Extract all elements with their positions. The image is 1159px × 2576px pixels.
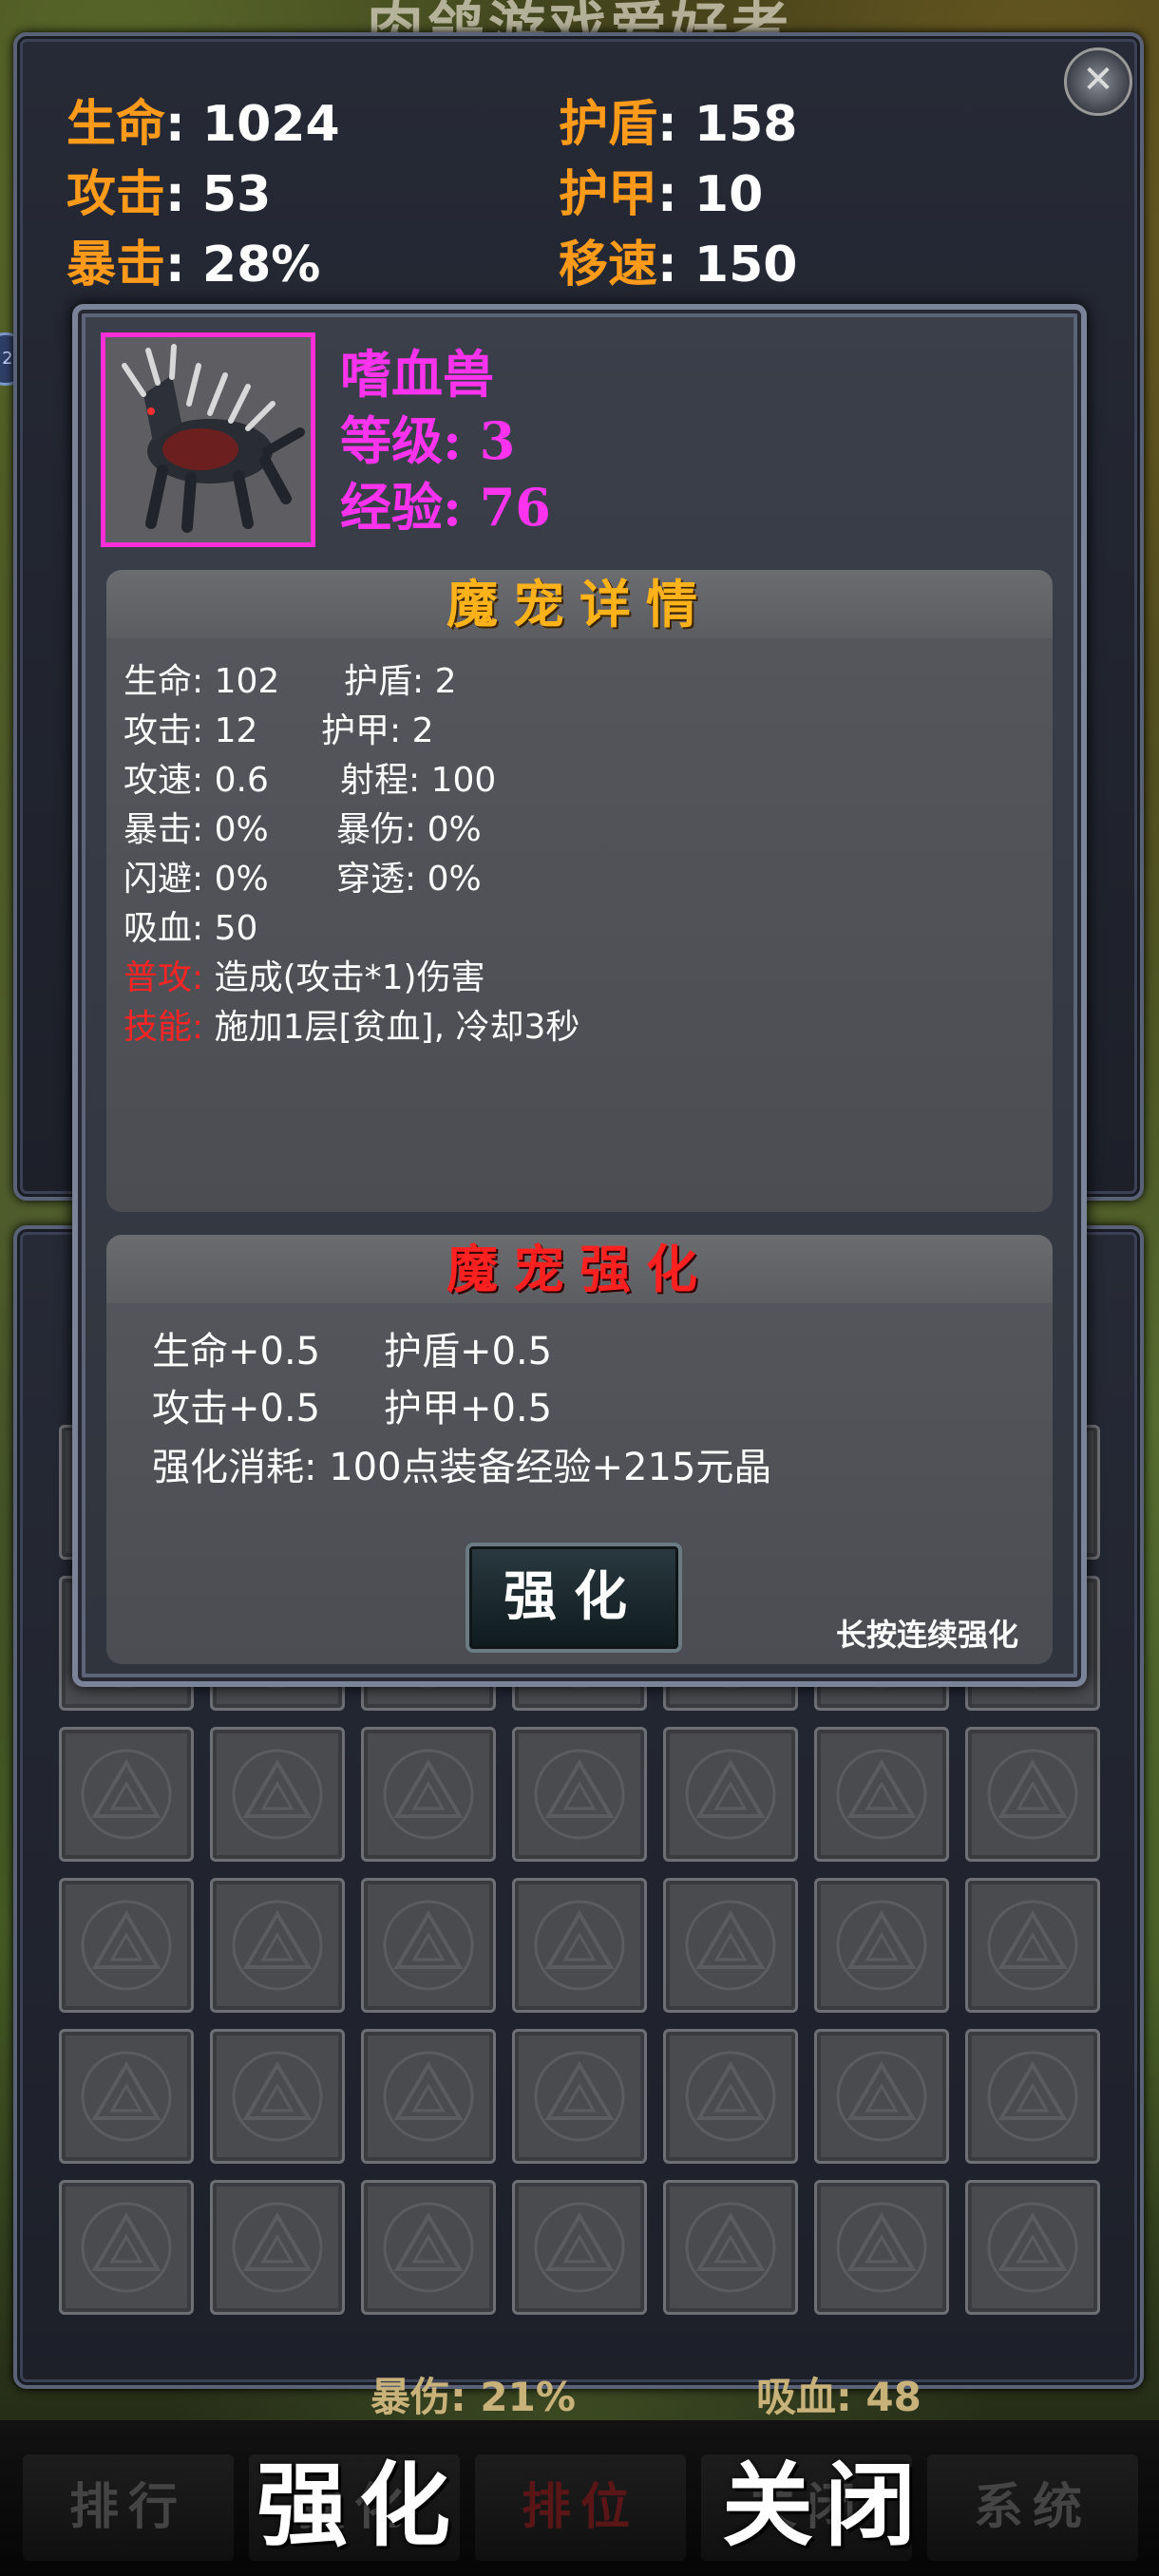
inventory-slot[interactable] [965, 2029, 1100, 2164]
inventory-slot[interactable] [210, 2180, 345, 2315]
beast-portrait-icon [105, 337, 311, 542]
enhance-big-label[interactable]: 强化 [256, 2432, 462, 2564]
inventory-slot[interactable] [210, 1727, 345, 1862]
stat-shield: 护盾: 158 [559, 95, 798, 153]
inventory-slot[interactable] [361, 1878, 496, 2013]
inventory-slot[interactable] [361, 2029, 496, 2164]
empty-slot-icon [383, 2202, 474, 2293]
close-big-label[interactable]: 关闭 [722, 2432, 927, 2564]
empty-slot-icon [534, 1749, 625, 1840]
inventory-slot[interactable] [814, 1878, 949, 2013]
stat-crit: 暴击: 28% [66, 236, 321, 294]
inventory-slot[interactable] [814, 2029, 949, 2164]
tab-rank-match[interactable]: 排位 [475, 2454, 686, 2561]
empty-slot-icon [534, 2202, 625, 2293]
detail-normal-attack: 普攻: 造成(攻击*1)伤害 [124, 958, 485, 997]
empty-slot-icon [383, 2051, 474, 2142]
empty-slot-icon [232, 2202, 323, 2293]
inventory-slot[interactable] [59, 2180, 194, 2315]
detail-skill: 技能: 施加1层[贫血], 冷却3秒 [124, 1008, 580, 1047]
inventory-slot[interactable] [814, 1727, 949, 1862]
stat-attack: 攻击: 53 [66, 165, 272, 223]
empty-slot-icon [987, 2202, 1078, 2293]
pet-portrait [101, 332, 315, 547]
inventory-slot[interactable] [512, 1878, 647, 2013]
enhance-bonus-shield: 护盾+0.5 [384, 1330, 553, 1373]
pet-details-title: 魔宠详情 [106, 570, 1053, 638]
empty-slot-icon [987, 1749, 1078, 1840]
empty-slot-icon [685, 2051, 776, 2142]
close-icon: ✕ [1082, 58, 1114, 102]
enhance-cost: 强化消耗: 100点装备经验+215元晶 [152, 1446, 772, 1489]
detail-hp: 生命: 102 [124, 662, 280, 701]
empty-slot-icon [685, 1900, 776, 1991]
empty-slot-icon [232, 1900, 323, 1991]
inventory-slot[interactable] [814, 2180, 949, 2315]
inventory-slot[interactable] [361, 2180, 496, 2315]
inventory-slot[interactable] [512, 1727, 647, 1862]
pet-exp: 经验: 76 [340, 477, 551, 538]
empty-slot-icon [987, 1900, 1078, 1991]
empty-slot-icon [836, 2202, 927, 2293]
detail-attack: 攻击: 12 [124, 711, 258, 750]
empty-slot-icon [81, 1749, 172, 1840]
inventory-slot[interactable] [59, 1878, 194, 2013]
inventory-slot[interactable] [512, 2029, 647, 2164]
empty-slot-icon [534, 2051, 625, 2142]
empty-slot-icon [685, 2202, 776, 2293]
inventory-slot[interactable] [965, 1878, 1100, 2013]
empty-slot-icon [534, 1900, 625, 1991]
empty-slot-icon [836, 1900, 927, 1991]
empty-slot-icon [383, 1900, 474, 1991]
empty-slot-icon [81, 2051, 172, 2142]
close-button[interactable]: ✕ [1064, 47, 1132, 116]
inventory-slot[interactable] [512, 2180, 647, 2315]
stat-speed: 移速: 150 [559, 236, 798, 294]
detail-armor: 护甲: 2 [321, 711, 434, 750]
enhance-button[interactable]: 强化 [466, 1543, 682, 1653]
hold-to-enhance-hint: 长按连续强化 [836, 1617, 1019, 1653]
empty-slot-icon [81, 1900, 172, 1991]
detail-crit: 暴击: 0% [124, 810, 269, 849]
empty-slot-icon [836, 1749, 927, 1840]
inventory-slot[interactable] [210, 1878, 345, 2013]
stat-armor: 护甲: 10 [559, 165, 764, 223]
detail-crit-damage: 暴伤: 0% [336, 810, 482, 849]
stat-hp: 生命: 1024 [66, 95, 340, 153]
empty-slot-icon [685, 1749, 776, 1840]
detail-attack-speed: 攻速: 0.6 [124, 761, 269, 800]
enhance-bonus-attack: 攻击+0.5 [152, 1387, 321, 1430]
tab-ranking[interactable]: 排行 [23, 2454, 234, 2561]
inventory-slot[interactable] [965, 1727, 1100, 1862]
detail-penetration: 穿透: 0% [336, 860, 482, 899]
detail-shield: 护盾: 2 [344, 662, 457, 701]
detail-lifesteal: 吸血: 50 [124, 909, 258, 948]
inventory-slot[interactable] [663, 1878, 798, 2013]
inventory-slot[interactable] [663, 2180, 798, 2315]
inventory-slot[interactable] [210, 2029, 345, 2164]
empty-slot-icon [836, 2051, 927, 2142]
enhance-bonus-hp: 生命+0.5 [152, 1330, 321, 1373]
inventory-slot[interactable] [361, 1727, 496, 1862]
detail-dodge: 闪避: 0% [124, 860, 269, 899]
bottom-nav: 排行 强化 排位 关闭 系统 [0, 2420, 1159, 2576]
inventory-slot[interactable] [59, 2029, 194, 2164]
tab-system[interactable]: 系统 [927, 2454, 1138, 2561]
inventory-slot[interactable] [59, 1727, 194, 1862]
pet-name: 嗜血兽 [340, 344, 494, 405]
peek-stat-right: 吸血: 48 [756, 2374, 922, 2420]
empty-slot-icon [232, 2051, 323, 2142]
empty-slot-icon [81, 2202, 172, 2293]
inventory-slot[interactable] [965, 2180, 1100, 2315]
enhance-bonus-armor: 护甲+0.5 [384, 1387, 553, 1430]
peek-stat-left: 暴伤: 21% [370, 2374, 576, 2420]
detail-range: 射程: 100 [340, 761, 497, 800]
pet-enhance-title: 魔宠强化 [106, 1235, 1053, 1303]
empty-slot-icon [383, 1749, 474, 1840]
inventory-slot[interactable] [663, 1727, 798, 1862]
empty-slot-icon [232, 1749, 323, 1840]
pet-level: 等级: 3 [340, 410, 516, 471]
inventory-slot[interactable] [663, 2029, 798, 2164]
empty-slot-icon [987, 2051, 1078, 2142]
